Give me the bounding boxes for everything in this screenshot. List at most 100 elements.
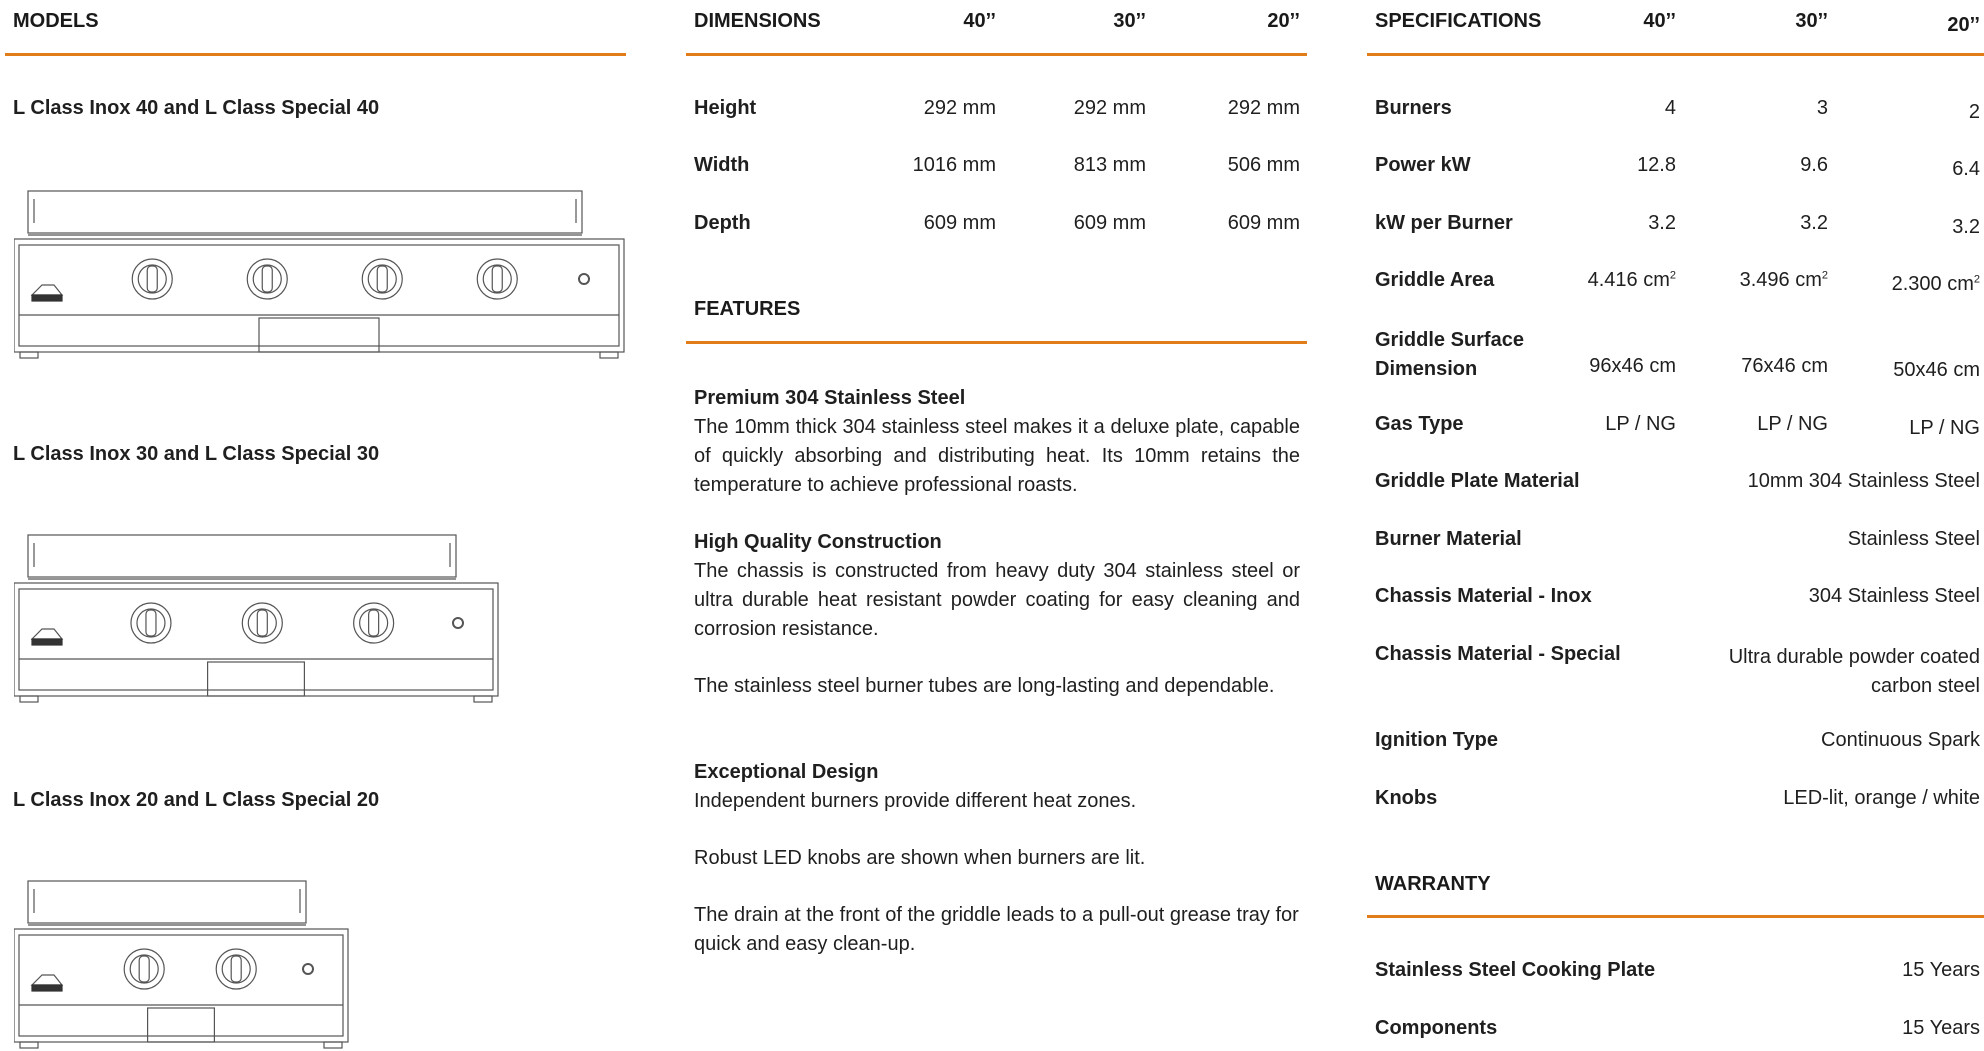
spec-value: LP / NG (1757, 413, 1828, 435)
spec-label: Chassis Material - Special (1375, 643, 1621, 665)
dimension-value: 292 mm (1227, 97, 1300, 119)
burner-knob-grip (138, 955, 150, 983)
spec-value: 3.2 (1648, 212, 1676, 234)
spec-value: 4 (1664, 97, 1676, 119)
dimensions-col-30: 30’’ (1113, 10, 1146, 32)
spec-value: 3.496 cm2 (1652, 269, 1828, 292)
warranty-value: 15 Years (1902, 959, 1980, 981)
griddle-logo-icon (30, 974, 64, 986)
spec-label: Griddle Area (1375, 269, 1495, 291)
specifications-header: SPECIFICATIONS (1375, 10, 1542, 32)
spec-label: Chassis Material - Inox (1375, 585, 1592, 607)
ignition-button-icon (578, 273, 590, 285)
spec-label: Gas Type (1375, 413, 1464, 435)
griddle-logo-icon (30, 628, 64, 640)
griddle-front-panel (18, 934, 344, 1037)
dimensions-header-rule (686, 53, 1307, 56)
models-header-rule (5, 53, 626, 56)
model-title-40: L Class Inox 40 and L Class Special 40 (13, 97, 380, 119)
dimension-value: 609 mm (1227, 212, 1300, 234)
burner-knob-inner (252, 264, 282, 294)
griddle-lid (27, 880, 307, 924)
warranty-header: WARRANTY (1375, 873, 1491, 895)
burner-knob-grip (491, 265, 503, 293)
ignition-button-icon (452, 617, 464, 629)
burner-knob-grip (376, 265, 388, 293)
warranty-value: 15 Years (1902, 1017, 1980, 1039)
burner-knob-grip (146, 265, 158, 293)
feature-block-construction: High Quality Construction The chassis is… (694, 528, 1300, 644)
griddle-lid (27, 534, 457, 578)
feature-block-design: Exceptional Design Independent burners p… (694, 758, 1300, 816)
feature-text: The stainless steel burner tubes are lon… (694, 675, 1275, 697)
dimension-value: 1016 mm (912, 154, 996, 176)
dimension-value: 609 mm (1073, 212, 1146, 234)
spec-unit-superscript: 2 (1973, 273, 1980, 286)
dimension-value: 506 mm (1227, 154, 1300, 176)
spec-value: 9.6 (1800, 154, 1828, 176)
burner-knob-inner (137, 264, 167, 294)
spec-value: 96x46 cm (1589, 355, 1676, 377)
grease-tray (147, 1007, 216, 1043)
model-title-30: L Class Inox 30 and L Class Special 30 (13, 443, 380, 465)
spec-value-text: 2.300 cm (1891, 273, 1974, 295)
spec-col-40: 40’’ (1643, 10, 1676, 32)
burner-knob-inner (367, 264, 397, 294)
feature-block-drain: The drain at the front of the griddle le… (694, 901, 1300, 959)
burner-knob-inner (247, 608, 277, 638)
spec-label: kW per Burner (1375, 212, 1513, 234)
burner-knob-inner (136, 608, 166, 638)
dimension-value: 813 mm (1073, 154, 1146, 176)
griddle-body (14, 928, 349, 1043)
burner-knob-inner (221, 954, 251, 984)
warranty-label: Stainless Steel Cooking Plate (1375, 959, 1656, 981)
griddle-body (14, 582, 499, 697)
feature-text: Independent burners provide different he… (694, 790, 1137, 812)
spec-value: 3 (1816, 97, 1828, 119)
grease-tray (207, 661, 306, 697)
burner-knob-grip (230, 955, 242, 983)
griddle-logo-icon (30, 284, 64, 296)
griddle-30-drawing (14, 534, 499, 703)
specifications-header-rule (1367, 53, 1984, 56)
griddle-foot-right (323, 1041, 343, 1049)
spec-value: 4.416 cm2 (1500, 269, 1676, 292)
dimensions-col-20: 20’’ (1267, 10, 1300, 32)
dimension-value: 609 mm (923, 212, 996, 234)
spec-value: 2.300 cm2 (1804, 273, 1980, 296)
spec-value: 10mm 304 Stainless Steel (1747, 470, 1980, 492)
dimension-label: Depth (694, 212, 751, 234)
burner-knob-inner (129, 954, 159, 984)
feature-block-premium: Premium 304 Stainless Steel The 10mm thi… (694, 384, 1300, 500)
spec-col-30: 30’’ (1795, 10, 1828, 32)
spec-value: 3.2 (1800, 212, 1828, 234)
griddle-logo-base (31, 294, 63, 302)
griddle-front-panel (18, 244, 620, 347)
burner-knob-grip (368, 609, 380, 637)
spec-value: LP / NG (1605, 413, 1676, 435)
spec-value: Ultra durable powder coated carbon steel (1728, 646, 1980, 697)
spec-value: 76x46 cm (1741, 355, 1828, 377)
griddle-logo-base (31, 638, 63, 646)
feature-text: The chassis is constructed from heavy du… (694, 560, 1300, 640)
feature-title: Exceptional Design (694, 761, 879, 783)
spec-value: 304 Stainless Steel (1808, 585, 1980, 607)
spec-col-20: 20’’ (1947, 14, 1980, 36)
warranty-label: Components (1375, 1017, 1498, 1039)
grease-tray (258, 317, 380, 353)
spec-value: Continuous Spark (1821, 729, 1980, 751)
feature-block-burner-tubes: The stainless steel burner tubes are lon… (694, 672, 1300, 701)
griddle-foot-right (599, 351, 619, 359)
feature-text: Robust LED knobs are shown when burners … (694, 847, 1146, 869)
spec-value: 2 (1968, 101, 1980, 123)
griddle-body (14, 238, 625, 353)
spec-value: Stainless Steel (1847, 528, 1980, 550)
spec-label: Power kW (1375, 154, 1471, 176)
griddle-lid (27, 190, 583, 234)
warranty-header-rule (1367, 915, 1984, 918)
spec-label: Ignition Type (1375, 729, 1498, 751)
burner-knob-inner (359, 608, 389, 638)
spec-label: Griddle Plate Material (1375, 470, 1580, 492)
spec-value: 3.2 (1952, 216, 1980, 238)
griddle-40-drawing (14, 190, 625, 359)
